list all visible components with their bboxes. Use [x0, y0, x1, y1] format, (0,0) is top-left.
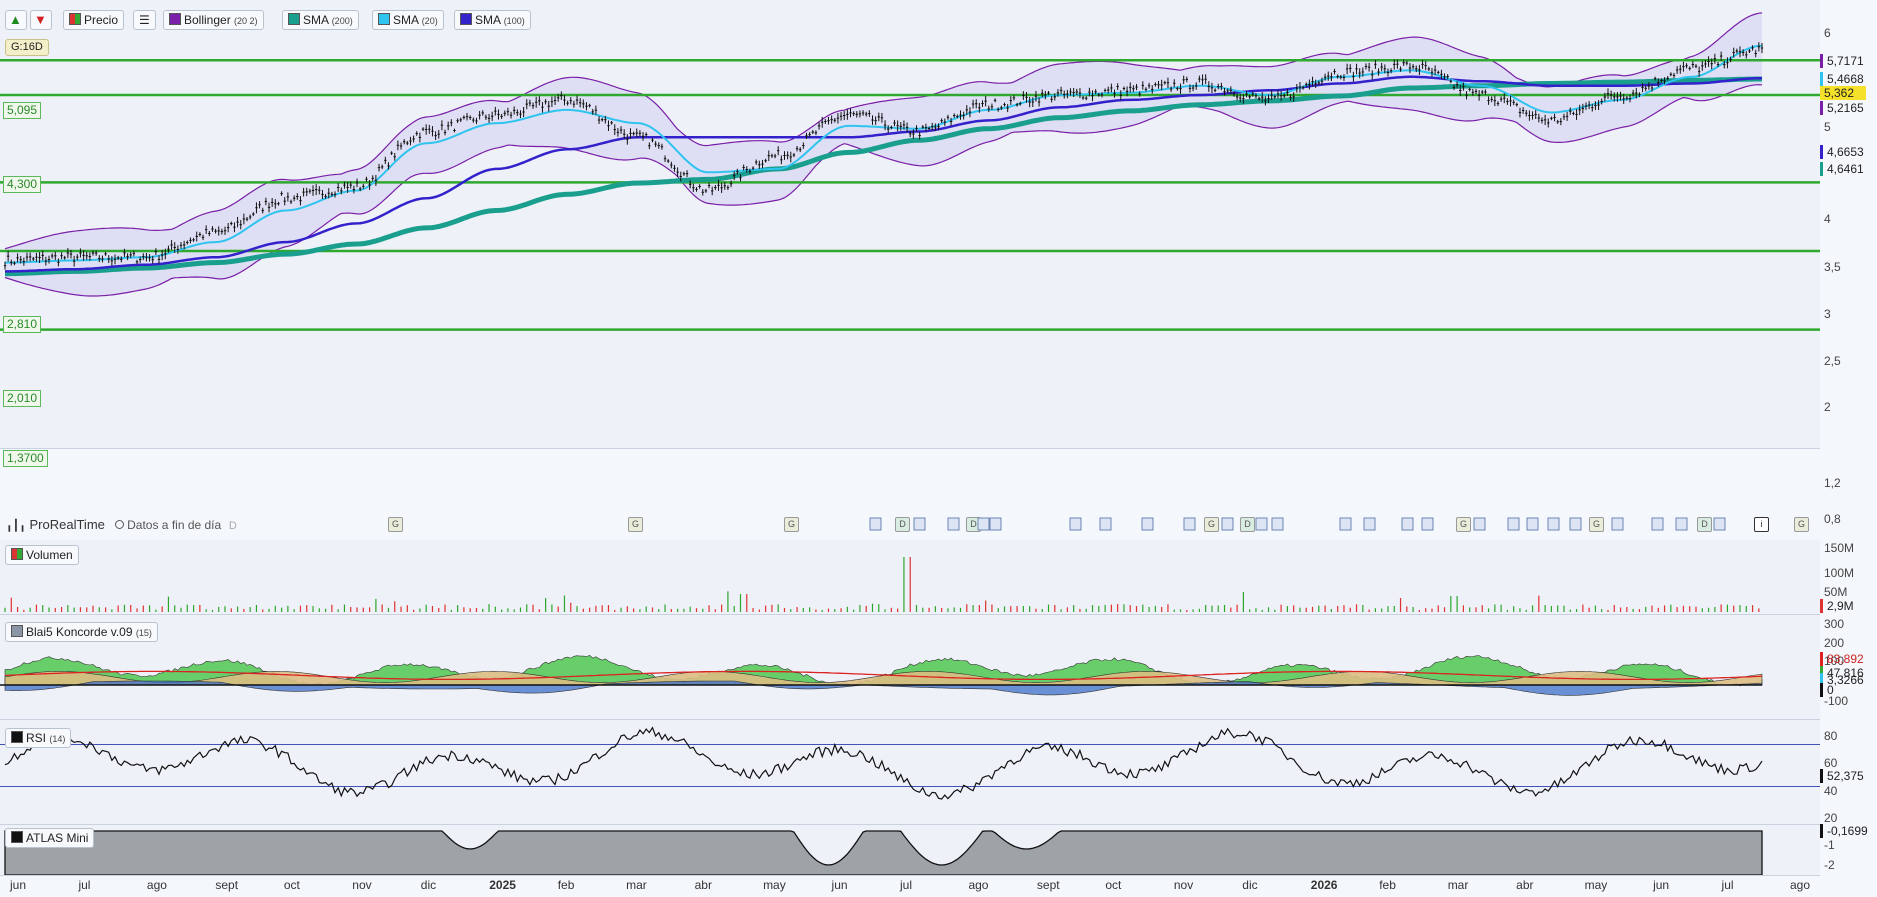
sma20-swatch-icon [378, 13, 390, 25]
atlas-area [4, 830, 1763, 875]
koncorde-title[interactable]: Blai5 Koncorde v.09 (15) [5, 622, 158, 642]
up-arrow-button[interactable]: ▲ [5, 10, 27, 30]
rsi-tick: 20 [1824, 811, 1838, 825]
time-axis-label: ago [1790, 878, 1811, 892]
time-axis-label: oct [1105, 878, 1122, 892]
rsi-tick: 60 [1824, 756, 1838, 770]
volume-tick: 150M [1824, 541, 1855, 555]
price-tick: 3 [1824, 307, 1831, 321]
koncorde-tick: 200 [1824, 636, 1845, 650]
atlas-tick: -2 [1824, 858, 1835, 872]
price-tick: 5 [1824, 120, 1831, 134]
sma20-value: 5,4668 [1820, 72, 1866, 86]
volume-tick: 50M [1824, 585, 1848, 599]
timeframe-badge[interactable]: G:16D [5, 39, 49, 56]
volume-title[interactable]: Volumen [5, 545, 79, 565]
sma200-swatch-icon [288, 13, 300, 25]
atlas-title[interactable]: ATLAS Mini [5, 828, 95, 848]
sma200-value: 4,6461 [1820, 162, 1866, 176]
rsi-line [4, 726, 1763, 800]
koncorde-chart [0, 655, 1763, 696]
sma100-value: 4,6653 [1820, 145, 1866, 159]
time-axis-label: 2025 [489, 878, 516, 892]
time-axis-label: jul [1721, 878, 1734, 892]
volume-swatch-icon [11, 548, 23, 560]
koncorde-value: 0 [1820, 683, 1866, 697]
precio-tag[interactable]: Precio [63, 10, 125, 30]
koncorde-panel[interactable] [0, 615, 1820, 720]
time-axis-label: feb [557, 878, 575, 892]
level-label: 2,010 [3, 390, 42, 407]
time-axis-label: may [1584, 878, 1608, 892]
atlas-current-value: -0,1699 [1820, 824, 1868, 838]
down-arrow-button[interactable]: ▼ [30, 10, 52, 30]
time-axis-label: dic [1242, 878, 1258, 892]
time-axis-label: abr [694, 878, 712, 892]
time-axis-label: 2026 [1310, 878, 1338, 892]
koncorde-swatch-icon [11, 625, 23, 637]
rsi-chart [0, 726, 1820, 800]
volume-tick: 100M [1824, 566, 1855, 580]
bollinger-swatch-icon [169, 13, 181, 25]
level-label: 1,3700 [3, 450, 48, 467]
price-tick: 2,5 [1824, 354, 1841, 368]
bollinger-tag[interactable]: Bollinger (20 2) [163, 10, 264, 30]
list-icon-button[interactable]: ☰ [133, 10, 156, 30]
time-axis-label: mar [626, 878, 647, 892]
price-tick: 1,2 [1824, 476, 1841, 490]
level-label: 2,810 [3, 316, 42, 333]
time-axis-label: nov [1173, 878, 1194, 892]
rsi-title[interactable]: RSI (14) [5, 728, 72, 748]
time-axis-label: sept [1036, 878, 1060, 892]
time-axis-label: dic [420, 878, 437, 892]
time-axis-label: nov [352, 878, 372, 892]
volume-panel[interactable] [0, 540, 1820, 615]
price-swatch-icon [69, 13, 81, 25]
atlas-chart [4, 830, 1763, 875]
time-axis-label: jun [831, 878, 848, 892]
rsi-tick: 80 [1824, 729, 1838, 743]
time-axis-label: may [763, 878, 786, 892]
time-axis-label: feb [1379, 878, 1396, 892]
rsi-panel[interactable] [0, 720, 1820, 825]
sma100-swatch-icon [460, 13, 472, 25]
sma200-tag[interactable]: SMA (200) [282, 10, 359, 30]
time-axis-label: oct [283, 878, 300, 892]
bollinger-lower-value: 5,2165 [1820, 101, 1866, 115]
volume-current-value: 2,9M [1820, 599, 1866, 613]
level-label: 5,095 [3, 102, 42, 119]
time-axis-label: abr [1516, 878, 1534, 892]
time-axis-label: jun [10, 878, 27, 892]
price-tick: 3,5 [1824, 260, 1841, 274]
time-axis-label: mar [1447, 878, 1469, 892]
price-tick: 6 [1824, 26, 1831, 40]
rsi-current-value: 52,375 [1820, 769, 1866, 783]
koncorde-value: 83,892 [1820, 652, 1866, 666]
time-axis-label: jun [1653, 878, 1670, 892]
price-tick: 4 [1824, 212, 1831, 226]
level-label: 4,300 [3, 176, 42, 193]
atlas-swatch-icon [11, 831, 23, 843]
time-axis-label: sept [215, 878, 239, 892]
koncorde-tick: 300 [1824, 617, 1845, 631]
time-axis-label: jul [78, 878, 91, 892]
time-axis: jun jul ago sept oct nov dic 2025 feb mar abr may ju… [0, 876, 1877, 897]
price-chart [0, 12, 1820, 331]
current-price-value: 5,362 [1820, 86, 1866, 100]
rsi-swatch-icon [11, 731, 23, 743]
time-axis-label: ago [968, 878, 989, 892]
atlas-panel[interactable] [0, 825, 1820, 876]
sma100-tag[interactable]: SMA (100) [454, 10, 531, 30]
bollinger-upper-value: 5,7171 [1820, 54, 1866, 68]
price-panel[interactable] [0, 0, 1820, 449]
atlas-tick: -1 [1824, 838, 1835, 852]
price-tick: 0,8 [1824, 512, 1841, 526]
price-tick: 2 [1824, 400, 1831, 414]
rsi-tick: 40 [1824, 784, 1838, 798]
time-axis-label: jul [900, 878, 913, 892]
volume-chart [4, 557, 1760, 612]
sma20-tag[interactable]: SMA (20) [372, 10, 444, 30]
event-doc-icons [869, 517, 1726, 531]
time-axis-label: ago [146, 878, 167, 892]
